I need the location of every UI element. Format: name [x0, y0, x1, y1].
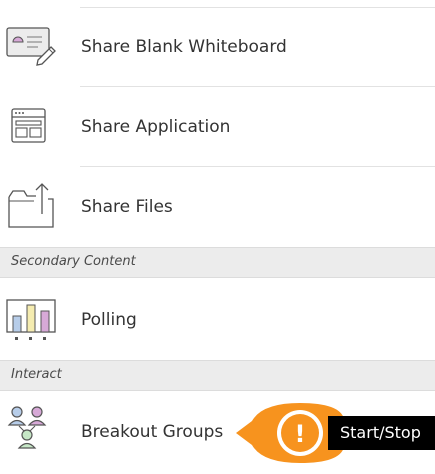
menu-item-label: Breakout Groups [81, 422, 224, 442]
menu-item-label: Polling [81, 310, 137, 330]
application-window-icon [4, 100, 58, 154]
whiteboard-icon [4, 20, 58, 74]
menu-item-share-files[interactable]: Share Files [0, 167, 435, 247]
section-title: Secondary Content [11, 254, 136, 269]
section-header-secondary-content: Secondary Content [0, 247, 435, 278]
start-stop-tooltip: Start/Stop [328, 416, 435, 450]
menu-item-label: Share Application [81, 117, 231, 137]
menu-item-label: Share Files [81, 197, 173, 217]
menu-item-share-blank-whiteboard[interactable]: Share Blank Whiteboard [0, 7, 435, 87]
polling-chart-icon [4, 292, 58, 346]
folder-upload-icon [4, 179, 58, 233]
menu-item-share-application[interactable]: Share Application [0, 87, 435, 167]
breakout-groups-icon [4, 403, 58, 457]
section-title: Interact [11, 367, 62, 382]
alert-icon: ! [295, 420, 306, 448]
menu-item-polling[interactable]: Polling [0, 278, 435, 358]
tooltip-text: Start/Stop [340, 423, 421, 442]
section-header-interact: Interact [0, 360, 435, 391]
menu-item-label: Share Blank Whiteboard [81, 37, 287, 57]
